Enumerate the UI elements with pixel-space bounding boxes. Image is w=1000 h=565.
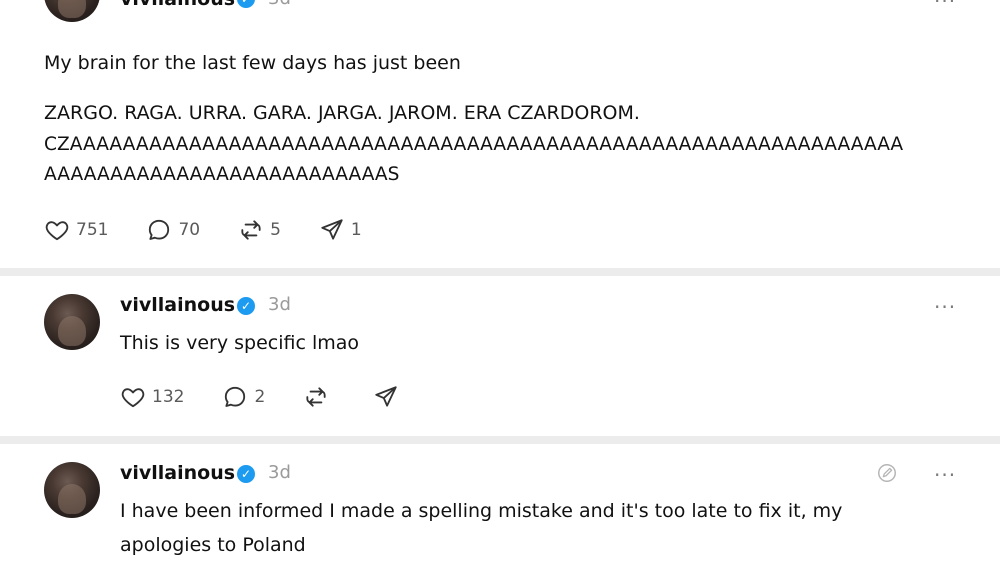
repost-icon <box>241 220 261 240</box>
post-text: This is very specific lmao <box>120 332 359 354</box>
repost-button[interactable] <box>303 384 335 410</box>
share-button[interactable]: 1 <box>319 217 362 243</box>
like-button[interactable]: 751 <box>44 217 108 243</box>
post-1: vivllainous ✓ 3d ··· My brain for the la… <box>6 0 994 265</box>
timestamp: 3d <box>268 294 291 315</box>
repost-icon <box>306 387 326 407</box>
divider <box>0 268 1000 276</box>
post-3: vivllainous ✓ 3d ··· I have been informe… <box>6 444 994 565</box>
post-2: vivllainous ✓ 3d ··· This is very specif… <box>6 276 994 436</box>
verified-icon: ✓ <box>237 297 255 315</box>
username[interactable]: vivllainous <box>120 462 235 484</box>
share-button[interactable] <box>373 384 405 410</box>
verified-icon: ✓ <box>237 465 255 483</box>
username[interactable]: vivllainous <box>120 0 235 10</box>
post-text-line: apologies to Poland <box>120 534 306 556</box>
post-actions: 132 2 <box>120 382 443 412</box>
post-text-line: My brain for the last few days has just … <box>44 52 461 74</box>
more-icon[interactable]: ··· <box>934 465 956 485</box>
thread-view: vivllainous ✓ 3d ··· My brain for the la… <box>0 0 1000 565</box>
post-actions: 751 70 5 1 <box>44 215 400 245</box>
post-text-line: AAAAAAAAAAAAAAAAAAAAAAAAAAS <box>44 164 400 185</box>
share-icon <box>375 386 397 407</box>
verified-icon: ✓ <box>237 0 255 8</box>
like-button[interactable]: 132 <box>120 384 184 410</box>
more-icon[interactable]: ··· <box>934 297 956 317</box>
like-count: 132 <box>152 387 185 407</box>
username[interactable]: vivllainous <box>120 294 235 316</box>
comment-count: 2 <box>254 387 266 407</box>
comment-button[interactable]: 70 <box>146 217 200 243</box>
comment-button[interactable]: 2 <box>222 384 265 410</box>
heart-icon <box>45 221 69 241</box>
heart-icon <box>121 388 145 408</box>
comment-icon <box>225 386 246 407</box>
avatar[interactable] <box>44 0 100 22</box>
timestamp: 3d <box>268 0 291 9</box>
like-count: 751 <box>76 220 109 240</box>
repost-count: 5 <box>270 220 281 240</box>
divider <box>0 436 1000 444</box>
timestamp: 3d <box>268 462 291 483</box>
edit-icon[interactable] <box>876 462 898 484</box>
post-text-line: I have been informed I made a spelling m… <box>120 500 843 522</box>
avatar[interactable] <box>44 462 100 518</box>
comment-icon <box>149 219 170 240</box>
more-icon[interactable]: ··· <box>934 0 956 11</box>
share-count: 1 <box>350 220 362 240</box>
share-icon <box>321 219 343 240</box>
repost-button[interactable]: 5 <box>238 217 281 243</box>
avatar[interactable] <box>44 294 100 350</box>
comment-count: 70 <box>178 220 201 240</box>
